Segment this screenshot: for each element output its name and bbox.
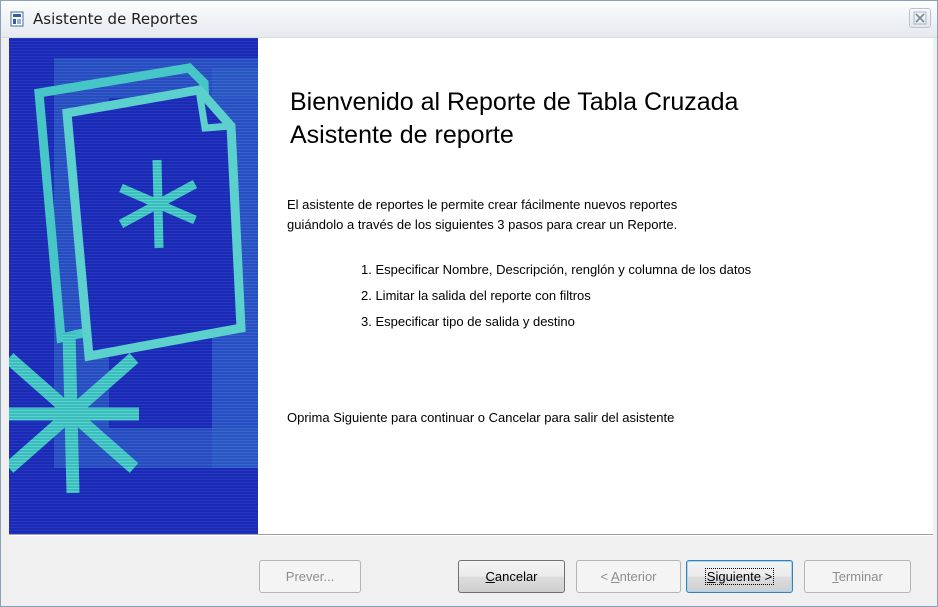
- close-icon: [913, 11, 927, 25]
- heading-line-1: Bienvenido al Reporte de Tabla Cruzada: [290, 88, 739, 116]
- list-item: 1. Especificar Nombre, Descripción, reng…: [361, 262, 752, 277]
- wizard-content: Bienvenido al Reporte de Tabla Cruzada A…: [9, 38, 933, 534]
- wizard-banner: [9, 38, 258, 534]
- next-focus-rect: Siguiente >: [704, 568, 775, 585]
- intro-text: El asistente de reportes le permite crea…: [287, 195, 847, 235]
- cancel-button[interactable]: Cancelar: [458, 560, 565, 593]
- wizard-window: Asistente de Reportes Bienvenido al Repo…: [0, 0, 938, 607]
- back-label: nterior: [619, 569, 657, 584]
- footer-instruction: Oprima Siguiente para continuar o Cancel…: [287, 410, 675, 425]
- steps-list: 1. Especificar Nombre, Descripción, reng…: [361, 260, 751, 338]
- next-label: iguiente >: [715, 569, 773, 584]
- intro-line-1: El asistente de reportes le permite crea…: [287, 197, 678, 212]
- title-bar[interactable]: Asistente de Reportes: [1, 1, 937, 38]
- page-title: Bienvenido al Reporte de Tabla Cruzada A…: [290, 86, 738, 152]
- divider: [9, 534, 933, 536]
- finish-label: erminar: [838, 569, 883, 584]
- cancel-label: ancelar: [494, 569, 538, 584]
- back-button[interactable]: < Anterior: [576, 560, 681, 593]
- back-prefix: <: [600, 569, 611, 584]
- close-button[interactable]: [909, 8, 931, 28]
- list-item: 3. Especificar tipo de salida y destino: [361, 314, 575, 329]
- report-wizard-icon: [10, 11, 24, 27]
- next-button[interactable]: Siguiente >: [686, 560, 793, 593]
- preview-button-label: Prever...: [285, 569, 335, 584]
- list-item: 2. Limitar la salida del reporte con fil…: [361, 288, 591, 303]
- window-title: Asistente de Reportes: [33, 10, 198, 28]
- heading-line-2: Asistente de reporte: [290, 121, 514, 149]
- cancel-mnemonic: C: [485, 569, 495, 584]
- preview-button[interactable]: Prever...: [259, 560, 361, 593]
- wizard-banner-art: [9, 38, 258, 534]
- finish-button[interactable]: Terminar: [804, 560, 911, 593]
- intro-line-2: guiándolo a través de los siguientes 3 p…: [287, 217, 678, 232]
- back-mnemonic: A: [610, 569, 620, 584]
